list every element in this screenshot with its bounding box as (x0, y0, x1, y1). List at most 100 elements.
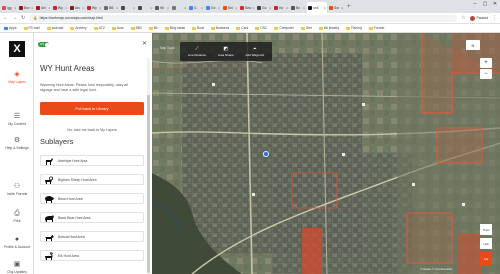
maximize-icon[interactable]: ▢ (480, 0, 490, 9)
minimize-icon[interactable]: – (470, 0, 480, 9)
tab-close-icon[interactable]: × (48, 6, 50, 10)
tab-close-icon[interactable]: × (31, 6, 33, 10)
browser-tab[interactable]: BB × (103, 2, 119, 13)
profile-paused[interactable]: Paused (469, 15, 488, 21)
style-satellite-button[interactable]: Sat (480, 252, 492, 266)
tab-close-icon[interactable]: × (150, 6, 152, 10)
tab-close-icon[interactable]: × (252, 6, 254, 10)
sublayer-item[interactable]: Bighorn Sheep Hunt Area (40, 174, 144, 185)
rail-item-invite[interactable]: ⚇ Invite Friends (0, 183, 34, 196)
reload-icon[interactable]: ↻ (21, 15, 25, 21)
browser-tab[interactable]: onX × (307, 2, 327, 13)
bookmark-item[interactable]: BB2 (130, 26, 142, 30)
browser-tab[interactable]: Sel × (222, 2, 238, 13)
browser-tab[interactable]: Gu × (256, 2, 272, 13)
style-hybrid-button[interactable]: Hyb (480, 238, 492, 249)
tab-close-icon[interactable]: × (235, 6, 237, 10)
browser-tab[interactable]: Arc × (69, 2, 85, 13)
browser-tab[interactable]: Wy × (86, 2, 102, 13)
sublayer-item[interactable]: Black Bear Hunt Area (40, 212, 144, 223)
tab-close-icon[interactable]: × (324, 6, 326, 10)
rail-item-updates[interactable]: ▣ Chg Updates (0, 261, 34, 274)
close-window-icon[interactable]: ✕ (490, 0, 500, 9)
tab-close-icon[interactable]: × (201, 6, 203, 10)
tab-close-icon[interactable]: × (167, 6, 169, 10)
rail-item-content[interactable]: ☰ My Content (0, 113, 34, 126)
put-back-button[interactable]: Put back in Library (40, 102, 144, 115)
bookmark-item[interactable]: Apps (4, 26, 17, 30)
onx-logo[interactable]: X (9, 41, 25, 57)
tab-close-icon[interactable]: × (133, 6, 135, 10)
tab-close-icon[interactable]: × (218, 6, 220, 10)
bookmark-item[interactable]: Forrest (368, 26, 384, 30)
tab-close-icon[interactable]: × (116, 6, 118, 10)
sublayer-item[interactable]: Antelope Hunt Area (40, 155, 144, 166)
browser-tab[interactable]: Ho × (273, 2, 289, 13)
bookmark-item[interactable]: Fishing (346, 26, 362, 30)
new-tab-button[interactable]: + (347, 2, 351, 13)
bookmark-item[interactable]: Archery (70, 26, 87, 30)
waypoint-tool-button[interactable]: ⌖ Add Waypoint (246, 46, 265, 57)
browser-tab[interactable]: × (171, 2, 187, 13)
browser-tab[interactable]: G × (188, 2, 204, 13)
tab-close-icon[interactable]: × (184, 6, 186, 10)
browser-tab[interactable]: Wi × (154, 2, 170, 13)
bookmark-item[interactable]: Boat (192, 26, 204, 30)
browser-tab[interactable]: Igg × (1, 2, 17, 13)
browser-tab[interactable]: Bo × (290, 2, 306, 13)
bookmark-item[interactable]: FS mail (23, 26, 40, 30)
rail-item-profile[interactable]: ● Profile & Account (0, 236, 34, 249)
bookmark-item[interactable]: Auto (111, 26, 124, 30)
layer-toggle[interactable]: ON (38, 42, 49, 47)
tab-close-icon[interactable]: × (303, 6, 305, 10)
close-icon[interactable]: ✕ (142, 40, 147, 47)
sublayer-label: Black Bear Hunt Area (58, 215, 91, 220)
sublayer-item[interactable]: Bobcat Hunt Area (40, 231, 144, 242)
browser-tab[interactable]: Wy × (52, 2, 68, 13)
panel-scrollbar-thumb[interactable] (147, 95, 150, 273)
tab-close-icon[interactable]: × (14, 6, 16, 10)
browser-tab[interactable]: × (120, 2, 136, 13)
sublayer-item[interactable]: Elk Hunt Area (40, 250, 144, 261)
bookmark-item[interactable]: Blog ideas (164, 26, 185, 30)
url-field[interactable]: 🔒 https://webmap.onxmaps.com/map.html (29, 14, 458, 22)
bookmark-item[interactable]: Business (210, 26, 229, 30)
compass-button[interactable]: N (466, 40, 480, 50)
bookmark-item[interactable]: CNC (255, 26, 267, 30)
tab-close-icon[interactable]: × (65, 6, 67, 10)
bookmark-item[interactable]: Cars (236, 26, 248, 30)
style-topo-button[interactable]: Topo (480, 224, 492, 235)
back-to-layers-link[interactable]: No, take me back to My Layers (40, 128, 144, 132)
browser-tab[interactable]: × (137, 2, 153, 13)
tab-close-icon[interactable]: × (341, 6, 343, 10)
sublayer-item[interactable]: Bison Hunt Area (40, 193, 144, 204)
browser-tab[interactable]: Bov × (18, 2, 34, 13)
tab-close-icon[interactable]: × (82, 6, 84, 10)
browser-tab[interactable]: Go × (205, 2, 221, 13)
tab-close-icon[interactable]: × (269, 6, 271, 10)
rail-item-print[interactable]: ⎙ Print (0, 210, 34, 223)
bookmark-item[interactable]: podcast (46, 26, 63, 30)
zoom-in-button[interactable]: + (480, 58, 492, 68)
tab-close-icon[interactable]: × (99, 6, 101, 10)
rail-item-gear[interactable]: ⚙ Help & Settings (0, 137, 34, 150)
browser-tab[interactable]: Sea × (239, 2, 255, 13)
area-tool-button[interactable]: ◩ Area Shape (218, 46, 234, 57)
bookmark-item[interactable]: elk jewelry (318, 26, 339, 30)
browser-tab[interactable]: Sor × (328, 2, 344, 13)
tab-close-icon[interactable]: × (286, 6, 288, 10)
menu-icon[interactable]: ⋮ (492, 15, 497, 21)
star-icon[interactable]: ☆ (461, 15, 465, 21)
bookmark-label: Boat (197, 26, 204, 30)
bookmark-item[interactable]: Diet (300, 26, 312, 30)
zoom-out-button[interactable]: − (480, 69, 492, 79)
browser-tab[interactable]: Ani × (35, 2, 51, 13)
bookmark-item[interactable]: Computer (274, 26, 294, 30)
back-icon[interactable]: ← (3, 15, 8, 21)
bookmark-item[interactable]: Bk (148, 26, 158, 30)
forward-icon[interactable]: → (12, 15, 17, 21)
rail-item-layers[interactable]: ◈ Map Layers (0, 71, 34, 84)
bookmark-item[interactable]: ATV (93, 26, 105, 30)
ruler-tool-button[interactable]: ⟋ Line Distance (188, 46, 206, 57)
map-canvas[interactable] (152, 33, 500, 274)
